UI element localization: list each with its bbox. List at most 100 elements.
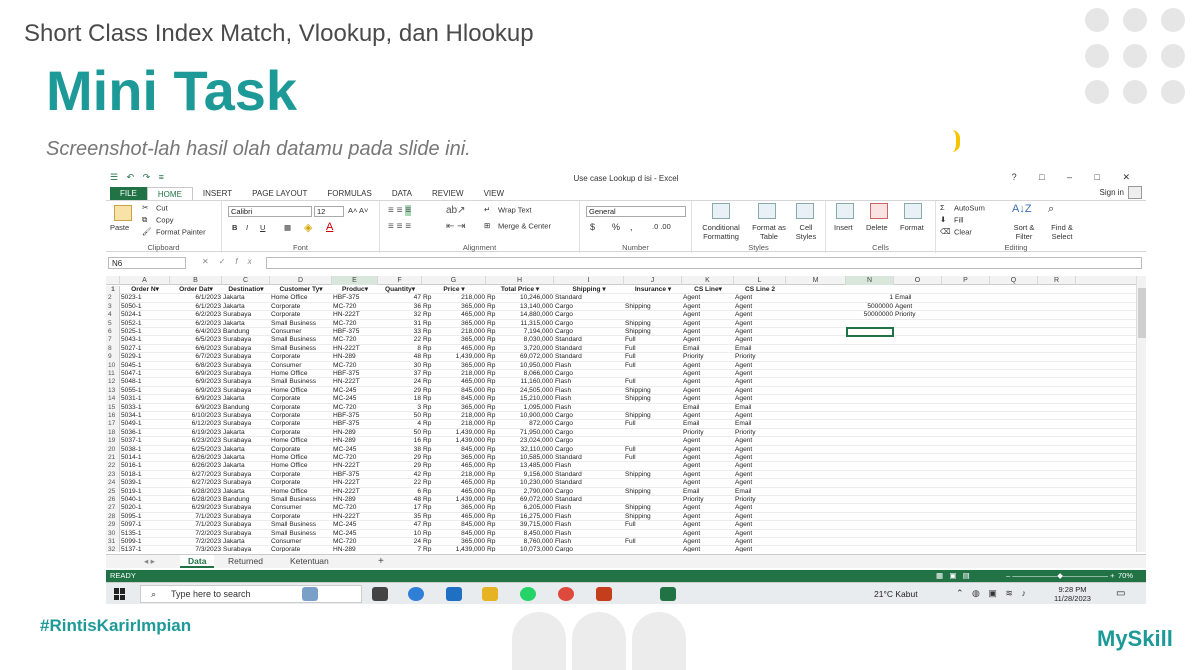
cell-customer-type[interactable]: Consumer: [270, 328, 332, 336]
scroll-thumb[interactable]: [1138, 288, 1146, 338]
cell-quantity[interactable]: 24: [378, 538, 422, 546]
cell-price[interactable]: Rp 845,000: [422, 521, 486, 529]
cell-price[interactable]: Rp 845,000: [422, 387, 486, 395]
cell-quantity[interactable]: 3: [378, 404, 422, 412]
cell-product[interactable]: MC-720: [332, 538, 378, 546]
font-color-icon[interactable]: A: [326, 221, 333, 233]
cell-customer-type[interactable]: Corporate: [270, 420, 332, 428]
cell-shipping[interactable]: Cargo: [554, 311, 624, 319]
cell-destination[interactable]: Jakarta: [222, 538, 270, 546]
cell-destination[interactable]: Surabaya: [222, 353, 270, 361]
cell-order-no[interactable]: 5043-1: [120, 336, 170, 344]
cell-destination[interactable]: Surabaya: [222, 412, 270, 420]
cell-order-date[interactable]: 6/2/2023: [170, 320, 222, 328]
cell-order-date[interactable]: 6/9/2023: [170, 404, 222, 412]
cell-cs-line-2[interactable]: Agent: [734, 320, 786, 328]
cell-order-no[interactable]: 5020-1: [120, 504, 170, 512]
cell-order-date[interactable]: 6/1/2023: [170, 303, 222, 311]
cell-cs-line[interactable]: Agent: [682, 320, 734, 328]
cell-order-no[interactable]: 5023-1: [120, 294, 170, 302]
cell-price[interactable]: Rp 845,000: [422, 530, 486, 538]
cell-insurance[interactable]: Full: [624, 362, 682, 370]
cell-order-date[interactable]: 6/9/2023: [170, 387, 222, 395]
row-number[interactable]: 24: [106, 479, 120, 488]
cell-product[interactable]: HBF-375: [332, 420, 378, 428]
cell-price[interactable]: Rp 465,000: [422, 488, 486, 496]
cell-price[interactable]: Rp 465,000: [422, 345, 486, 353]
cell-cs-line[interactable]: Agent: [682, 437, 734, 445]
cell-cs-line[interactable]: Agent: [682, 370, 734, 378]
cell-order-no[interactable]: 5016-1: [120, 462, 170, 470]
cell-cs-line[interactable]: Email: [682, 345, 734, 353]
row-number[interactable]: 12: [106, 378, 120, 387]
cell-price[interactable]: Rp 845,000: [422, 446, 486, 454]
cell-order-date[interactable]: 6/27/2023: [170, 479, 222, 487]
cell-customer-type[interactable]: Corporate: [270, 395, 332, 403]
lookup-result[interactable]: Agent: [894, 303, 942, 311]
edge-icon[interactable]: [408, 587, 424, 601]
comma-button[interactable]: ,: [630, 222, 633, 232]
tab-page-layout[interactable]: PAGE LAYOUT: [242, 187, 317, 200]
cell-styles-button[interactable]: Cell Styles: [790, 223, 822, 241]
cell-order-no[interactable]: 5095-1: [120, 513, 170, 521]
cell-total-price[interactable]: Rp 14,880,000: [486, 311, 554, 319]
cell-destination[interactable]: Surabaya: [222, 378, 270, 386]
cell-total-price[interactable]: Rp 24,505,000: [486, 387, 554, 395]
cell-cs-line[interactable]: Agent: [682, 513, 734, 521]
formula-icons[interactable]: ✕✓fx: [202, 257, 262, 266]
cell-order-date[interactable]: 6/26/2023: [170, 454, 222, 462]
cell-insurance[interactable]: Full: [624, 454, 682, 462]
cell-destination[interactable]: Surabaya: [222, 420, 270, 428]
cell-destination[interactable]: Jakarta: [222, 488, 270, 496]
cell-shipping[interactable]: Flash: [554, 387, 624, 395]
cell-cs-line[interactable]: Agent: [682, 387, 734, 395]
sort-filter-icon[interactable]: A↓Z: [1012, 203, 1032, 215]
cell-quantity[interactable]: 32: [378, 311, 422, 319]
tab-file[interactable]: FILE: [110, 187, 147, 200]
zoom-slider[interactable]: – ——————◆—————— +: [1006, 570, 1115, 582]
table-header-cell[interactable]: Shipping ▾: [554, 286, 624, 294]
view-buttons[interactable]: ▦ ▣ ▤: [936, 570, 970, 582]
cell-destination[interactable]: Surabaya: [222, 370, 270, 378]
row-number[interactable]: 20: [106, 445, 120, 454]
cell-insurance[interactable]: [624, 311, 682, 319]
row-number[interactable]: 15: [106, 403, 120, 412]
cell-customer-type[interactable]: Small Business: [270, 521, 332, 529]
window-controls[interactable]: ? □ – □ ✕: [1012, 172, 1140, 183]
excel-icon[interactable]: [660, 587, 676, 601]
cell-cs-line[interactable]: Priority: [682, 353, 734, 361]
cell-product[interactable]: MC-720: [332, 362, 378, 370]
cell-order-date[interactable]: 7/2/2023: [170, 538, 222, 546]
cell-order-date[interactable]: 6/28/2023: [170, 496, 222, 504]
cell-quantity[interactable]: 35: [378, 513, 422, 521]
cell-quantity[interactable]: 17: [378, 504, 422, 512]
cell-quantity[interactable]: 38: [378, 446, 422, 454]
cell-order-no[interactable]: 5038-1: [120, 446, 170, 454]
table-header-cell[interactable]: Order N▾: [120, 286, 170, 294]
cell-customer-type[interactable]: Consumer: [270, 538, 332, 546]
cell-quantity[interactable]: 29: [378, 454, 422, 462]
decimal-icon[interactable]: .0 .00: [652, 222, 671, 231]
cell-product[interactable]: HBF-375: [332, 412, 378, 420]
cell-cs-line-2[interactable]: Agent: [734, 530, 786, 538]
cell-insurance[interactable]: [624, 404, 682, 412]
cell-quantity[interactable]: 22: [378, 336, 422, 344]
delete-button[interactable]: Delete: [866, 223, 888, 232]
cell-cs-line-2[interactable]: Agent: [734, 294, 786, 302]
lookup-threshold[interactable]: 5000000: [846, 303, 894, 311]
cell-cs-line[interactable]: Agent: [682, 471, 734, 479]
cell-shipping[interactable]: Flash: [554, 362, 624, 370]
cell-price[interactable]: Rp 365,000: [422, 504, 486, 512]
cell-shipping[interactable]: Flash: [554, 404, 624, 412]
table-header-cell[interactable]: Destinatio▾: [222, 286, 270, 294]
cell-cs-line-2[interactable]: Agent: [734, 504, 786, 512]
cell-cs-line-2[interactable]: Agent: [734, 437, 786, 445]
indent-icon[interactable]: ⇤ ⇥: [446, 221, 466, 232]
cell-cs-line-2[interactable]: Agent: [734, 378, 786, 386]
cell-insurance[interactable]: [624, 479, 682, 487]
cell-shipping[interactable]: Cargo: [554, 420, 624, 428]
cell-shipping[interactable]: Cargo: [554, 303, 624, 311]
column-header[interactable]: R: [1038, 276, 1076, 285]
cell-destination[interactable]: Surabaya: [222, 362, 270, 370]
row-number[interactable]: 11: [106, 370, 120, 379]
